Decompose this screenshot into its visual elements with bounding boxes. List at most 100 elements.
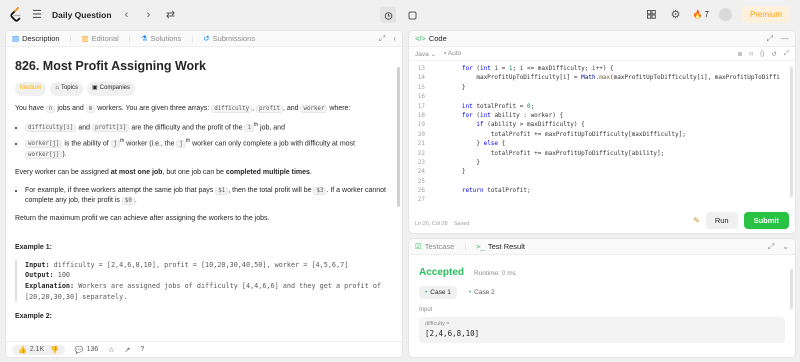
intro-paragraph: You have n jobs and m workers. You are g…: [15, 104, 351, 113]
code-line[interactable]: 14 maxProfitUpToDifficulty[i] = Math.max…: [409, 73, 795, 82]
thumbs-up-icon: 👍: [18, 346, 27, 354]
tab-solutions[interactable]: ⚗ Solutions: [141, 34, 182, 43]
streak-counter[interactable]: 🔥 7: [693, 10, 709, 19]
next-problem-icon[interactable]: ›: [142, 8, 156, 22]
code-area[interactable]: 13 for (int i = 1; i <= maxDifficulty; i…: [409, 64, 795, 212]
language-select[interactable]: Java ⌄: [415, 50, 436, 58]
code-text: maxProfitUpToDifficulty[i] = Math.max(ma…: [433, 74, 780, 82]
format-icon[interactable]: ≣: [737, 50, 742, 58]
maximize-icon[interactable]: ⤢: [768, 242, 774, 252]
tab-editorial[interactable]: ▥ Editorial: [82, 34, 119, 43]
code-editor-panel: </> Code ⤢ — Java ⌄ ▪ Auto ≣ ⌑ {} ↺ ⤢ 13…: [408, 30, 796, 234]
timer-icon[interactable]: [380, 7, 396, 23]
submit-button[interactable]: Submit: [743, 212, 789, 229]
code-line[interactable]: 20 totalProfit += maxProfitUpToDifficult…: [409, 130, 795, 139]
pass-dot-icon: •: [425, 289, 428, 296]
list-item: difficulty[i] and profit[i] are the diff…: [25, 122, 393, 134]
editor-scrollbar[interactable]: [790, 67, 793, 197]
fullscreen-icon[interactable]: ⤢: [784, 50, 789, 58]
line-number: 16: [417, 93, 425, 101]
code-text: } else {: [433, 140, 506, 148]
code-line[interactable]: 27: [409, 195, 795, 204]
premium-button[interactable]: Premium: [741, 6, 790, 23]
code-line[interactable]: 23 }: [409, 158, 795, 167]
code-line[interactable]: 21 } else {: [409, 139, 795, 148]
prev-problem-icon[interactable]: ‹: [120, 8, 134, 22]
line-number: 24: [417, 168, 425, 176]
code-icon: </>: [415, 34, 426, 43]
tab-submissions[interactable]: ↺ Submissions: [203, 34, 255, 43]
user-avatar[interactable]: [718, 8, 732, 21]
case-1-tab[interactable]: • Case 1: [419, 286, 457, 299]
shuffle-icon[interactable]: ⇄: [164, 8, 178, 22]
like-button[interactable]: 👍 2.1K: [18, 346, 44, 354]
bookmark-icon[interactable]: ⌑: [750, 50, 753, 58]
code-line[interactable]: 22 totalProfit += maxProfitUpToDifficult…: [409, 149, 795, 158]
collapse-chevron-icon[interactable]: ⌄: [782, 242, 789, 252]
description-scrollbar[interactable]: [397, 67, 400, 207]
code-line[interactable]: 25: [409, 177, 795, 186]
notes-icon[interactable]: [404, 7, 420, 23]
input-name: difficulty =: [425, 321, 450, 327]
tab-code[interactable]: </> Code: [415, 34, 447, 43]
code-line[interactable]: 24 }: [409, 167, 795, 176]
history-icon: ↺: [203, 34, 210, 43]
line-number: 14: [417, 74, 425, 82]
code-line[interactable]: 18 for (int ability : worker) {: [409, 111, 795, 120]
maximize-icon[interactable]: ⤢: [767, 34, 773, 44]
description-footer: 👍 2.1K 👎 💬 136 ☆ ↗ ?: [6, 341, 402, 357]
collapse-chevron-icon[interactable]: ‹: [393, 34, 396, 44]
input-label: Input: [419, 307, 433, 313]
note-icon[interactable]: ✎: [693, 216, 700, 225]
daily-question-title[interactable]: Daily Question: [52, 10, 112, 20]
difficulty-badge: Medium: [15, 82, 47, 96]
code-text: if (ability > maxDifficulty) {: [476, 121, 585, 129]
case-2-tab[interactable]: • Case 2: [463, 286, 501, 299]
help-button[interactable]: ?: [140, 346, 144, 353]
line-number: 23: [417, 158, 425, 166]
autosave-toggle[interactable]: ▪ Auto: [444, 50, 461, 57]
code-line[interactable]: 26 return totalProfit;: [409, 186, 795, 195]
line-number: 21: [417, 140, 425, 148]
definitions-list: difficulty[i] and profit[i] are the diff…: [15, 122, 393, 161]
grid-layout-icon[interactable]: [645, 8, 659, 22]
lock-icon: ▣: [91, 85, 98, 92]
list-item: For example, if three workers attempt th…: [25, 186, 393, 208]
line-number: 22: [417, 149, 425, 157]
tab-testcase[interactable]: ☑ Testcase: [415, 242, 454, 251]
maximize-icon[interactable]: ⤢: [379, 34, 385, 44]
thumbs-down-icon: 👎: [50, 346, 59, 354]
code-line[interactable]: 15 }: [409, 83, 795, 92]
code-text: }: [433, 158, 480, 166]
leetcode-logo[interactable]: [10, 7, 22, 22]
code-line[interactable]: 17 int totalProfit = 0;: [409, 102, 795, 111]
topics-tag[interactable]: ⌂ Topics: [50, 82, 83, 96]
problem-title[interactable]: 826. Most Profit Assigning Work: [15, 57, 393, 76]
code-line[interactable]: 16: [409, 92, 795, 101]
settings-gear-icon[interactable]: ⚙: [669, 8, 683, 22]
run-button[interactable]: Run: [705, 212, 738, 229]
fire-icon: 🔥: [692, 10, 703, 19]
tab-description[interactable]: ▤ Description: [12, 34, 60, 43]
code-text: }: [433, 168, 466, 176]
comments-button[interactable]: 💬 136: [75, 346, 98, 354]
reset-icon[interactable]: ↺: [771, 50, 776, 58]
input-value: [2,4,6,8,10]: [425, 329, 480, 338]
tab-test-result[interactable]: >_ Test Result: [476, 242, 525, 251]
constraint-paragraph: Every worker can be assigned at most one…: [15, 168, 312, 176]
result-scrollbar[interactable]: [790, 269, 793, 309]
list-item: worker[j] is the ability of jth worker (…: [25, 138, 393, 161]
share-button[interactable]: ↗: [125, 346, 131, 354]
companies-tag[interactable]: ▣ Companies: [86, 82, 136, 96]
favorite-button[interactable]: ☆: [108, 346, 114, 354]
line-number: 19: [417, 121, 425, 129]
code-line[interactable]: 13 for (int i = 1; i <= maxDifficulty; i…: [409, 64, 795, 73]
braces-icon[interactable]: {}: [760, 50, 764, 58]
problem-list-icon[interactable]: ☰: [30, 8, 44, 22]
example-2-title: Example 2:: [15, 313, 52, 321]
return-paragraph: Return the maximum profit we can achieve…: [15, 215, 270, 223]
minimize-icon[interactable]: —: [781, 34, 789, 44]
dislike-button[interactable]: 👎: [50, 346, 59, 354]
code-line[interactable]: 19 if (ability > maxDifficulty) {: [409, 120, 795, 129]
code-text: totalProfit += maxProfitUpToDifficulty[m…: [433, 130, 686, 138]
